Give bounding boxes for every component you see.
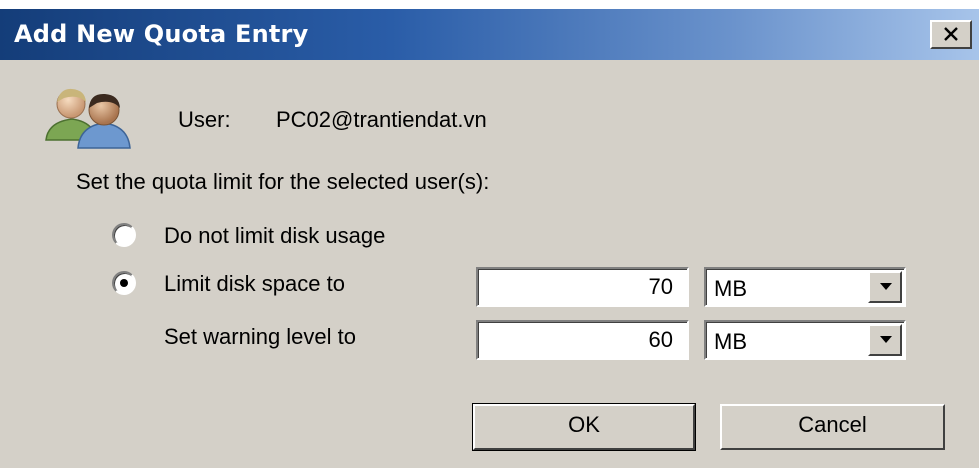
limit-unit-dropdown-button[interactable] [868, 271, 902, 303]
no-limit-label: Do not limit disk usage [164, 223, 386, 248]
limit-unit-select[interactable]: MB [704, 267, 906, 307]
ok-button[interactable]: OK [472, 403, 696, 451]
warning-unit-select[interactable]: MB [704, 320, 906, 360]
limit-radio[interactable] [112, 271, 136, 295]
quota-instruction: Set the quota limit for the selected use… [76, 169, 490, 194]
limit-value-input[interactable]: 70 [476, 267, 689, 307]
radio-selected-dot [120, 279, 128, 287]
users-icon [45, 88, 131, 149]
warning-unit-dropdown-button[interactable] [868, 324, 902, 356]
limit-label: Limit disk space to [164, 271, 345, 296]
no-limit-radio[interactable] [112, 223, 136, 247]
user-value: PC02@trantiendat.vn [276, 107, 487, 132]
warning-value-input[interactable]: 60 [476, 320, 689, 360]
warning-unit-value: MB [714, 329, 747, 354]
title-bar: Add New Quota Entry [0, 9, 979, 60]
limit-unit-value: MB [714, 276, 747, 301]
chevron-down-icon [880, 283, 892, 290]
warning-label: Set warning level to [164, 324, 356, 349]
dialog-title: Add New Quota Entry [14, 20, 309, 48]
chevron-down-icon [880, 336, 892, 343]
quota-dialog: Add New Quota Entry User: PC02@trantiend… [0, 8, 979, 468]
user-label: User: [178, 107, 231, 132]
close-button[interactable] [930, 20, 972, 49]
close-icon [944, 27, 958, 41]
cancel-button[interactable]: Cancel [720, 404, 945, 450]
